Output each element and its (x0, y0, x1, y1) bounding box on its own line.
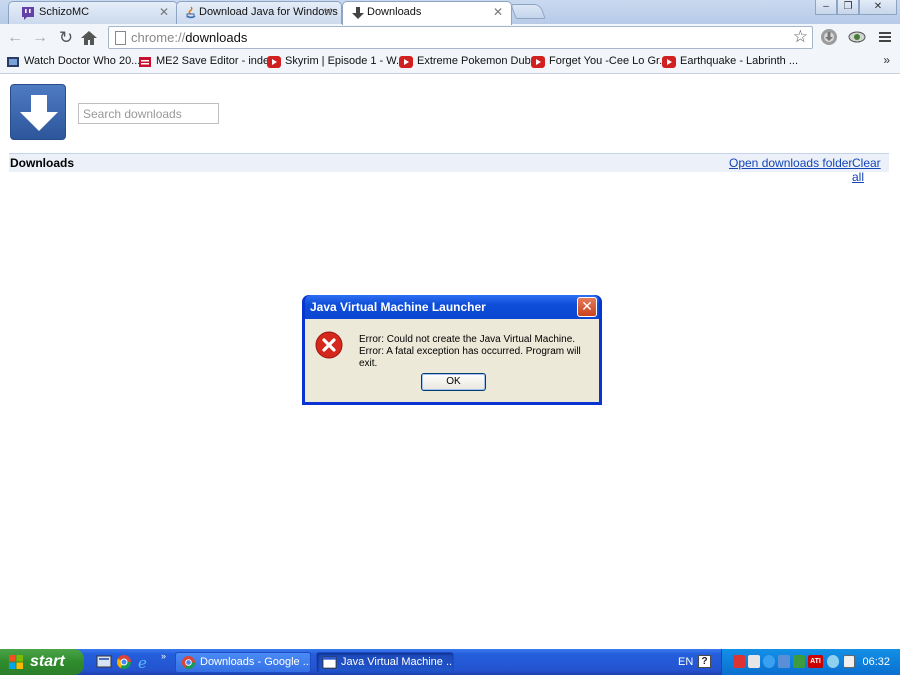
bookmark-item[interactable]: Extreme Pokemon Dub... (399, 55, 540, 71)
ati-icon[interactable]: ATI (808, 655, 823, 668)
clear-all-link[interactable]: Clear all (852, 156, 889, 184)
tab-close-icon[interactable]: ✕ (159, 5, 169, 19)
tab-close-icon[interactable]: ✕ (323, 5, 333, 19)
youtube-icon (399, 56, 413, 68)
tray-alert-icon[interactable] (733, 655, 745, 668)
dialog-title: Java Virtual Machine Launcher (310, 300, 486, 314)
downloads-logo (10, 84, 66, 140)
show-desktop-icon[interactable] (96, 654, 112, 670)
tab-schizomc[interactable]: SchizoMC ✕ (8, 1, 178, 24)
taskbar: start e » Downloads - Google ... Java Vi… (0, 649, 900, 675)
bookmark-star-icon[interactable]: ☆ (793, 27, 808, 47)
maximize-button[interactable]: ❐ (837, 0, 859, 15)
address-bar[interactable]: chrome://downloads ☆ (108, 26, 813, 49)
bookmark-item[interactable]: Watch Doctor Who 20... (6, 55, 140, 71)
system-tray: ATI 06:32 (721, 649, 900, 675)
clock: 06:32 (862, 656, 890, 668)
bookmark-favicon (7, 57, 19, 67)
tray-globe-icon[interactable] (763, 655, 775, 668)
bookmarks-bar: Watch Doctor Who 20... ME2 Save Editor -… (0, 52, 900, 74)
internet-explorer-icon[interactable]: e (136, 654, 152, 670)
eye-icon[interactable] (847, 27, 867, 47)
download-arrow-icon (20, 95, 58, 131)
dialog-close-button[interactable]: ✕ (577, 297, 597, 317)
taskbar-item-jvm-launcher[interactable]: Java Virtual Machine ... (316, 652, 454, 673)
youtube-icon (662, 56, 676, 68)
dialog-body: Error: Could not create the Java Virtual… (305, 319, 599, 402)
back-arrow-icon[interactable]: ← (4, 27, 26, 49)
tab-label: Downloads (367, 6, 422, 18)
reload-icon[interactable]: ↻ (55, 27, 77, 49)
bookmark-item[interactable]: Forget You -Cee Lo Gr... (531, 55, 668, 71)
jvm-error-dialog: Java Virtual Machine Launcher ✕ Error: C… (302, 295, 602, 405)
ok-button[interactable]: OK (421, 373, 486, 391)
page-icon (115, 31, 126, 45)
page-title: Downloads (10, 156, 75, 170)
search-downloads-input[interactable] (78, 103, 219, 124)
chrome-icon[interactable] (116, 654, 132, 670)
new-tab-button[interactable] (510, 4, 546, 19)
tray-messenger-icon[interactable] (827, 655, 839, 668)
tray-app-icon[interactable] (843, 655, 855, 668)
close-window-button[interactable]: ✕ (859, 0, 897, 15)
application-window-icon (322, 656, 337, 669)
tab-label: SchizoMC (39, 6, 90, 18)
dialog-message: Error: Could not create the Java Virtual… (359, 334, 581, 369)
taskbar-item-downloads[interactable]: Downloads - Google ... (175, 652, 311, 673)
tab-label: Download Java for Windows (199, 6, 338, 18)
chrome-icon (181, 655, 196, 670)
browser-toolbar: ← → ↻ chrome://downloads ☆ (0, 24, 900, 52)
menu-icon[interactable] (875, 27, 895, 47)
help-icon[interactable]: ? (698, 655, 711, 668)
extension-download-icon[interactable] (819, 27, 839, 47)
forward-arrow-icon[interactable]: → (29, 27, 51, 49)
bookmark-item[interactable]: ME2 Save Editor - index (138, 55, 275, 71)
bookmark-item[interactable]: Skyrim | Episode 1 - W... (267, 55, 405, 71)
bookmark-favicon (139, 57, 151, 67)
youtube-icon (531, 56, 545, 68)
language-indicator[interactable]: EN (678, 656, 693, 668)
quicklaunch-overflow-icon[interactable]: » (161, 651, 166, 661)
url-text: chrome://downloads (131, 30, 248, 45)
open-downloads-folder-link[interactable]: Open downloads folder (729, 156, 852, 170)
start-button[interactable]: start (0, 649, 84, 675)
java-icon (186, 6, 196, 19)
home-icon[interactable] (80, 30, 98, 46)
download-arrow-icon (352, 7, 364, 19)
windows-flag-icon (9, 655, 23, 669)
downloads-header: Downloads Open downloads folder Clear al… (9, 153, 889, 184)
dialog-titlebar[interactable]: Java Virtual Machine Launcher ✕ (305, 295, 599, 319)
minimize-button[interactable]: – (815, 0, 837, 15)
tab-strip: SchizoMC ✕ Download Java for Windows ✕ D… (0, 0, 900, 25)
bookmark-item[interactable]: Earthquake - Labrinth ... (662, 55, 798, 71)
twitch-icon (22, 7, 34, 20)
volume-icon[interactable] (748, 655, 760, 668)
tab-close-icon[interactable]: ✕ (493, 5, 503, 19)
tray-status-icon[interactable] (793, 655, 805, 668)
tab-download-java[interactable]: Download Java for Windows ✕ (176, 1, 342, 24)
svg-text:e: e (138, 654, 147, 670)
tab-downloads[interactable]: Downloads ✕ (342, 1, 512, 25)
bookmarks-overflow-button[interactable]: » (883, 53, 890, 67)
network-icon[interactable] (778, 655, 790, 668)
youtube-icon (267, 56, 281, 68)
error-icon (315, 331, 343, 359)
